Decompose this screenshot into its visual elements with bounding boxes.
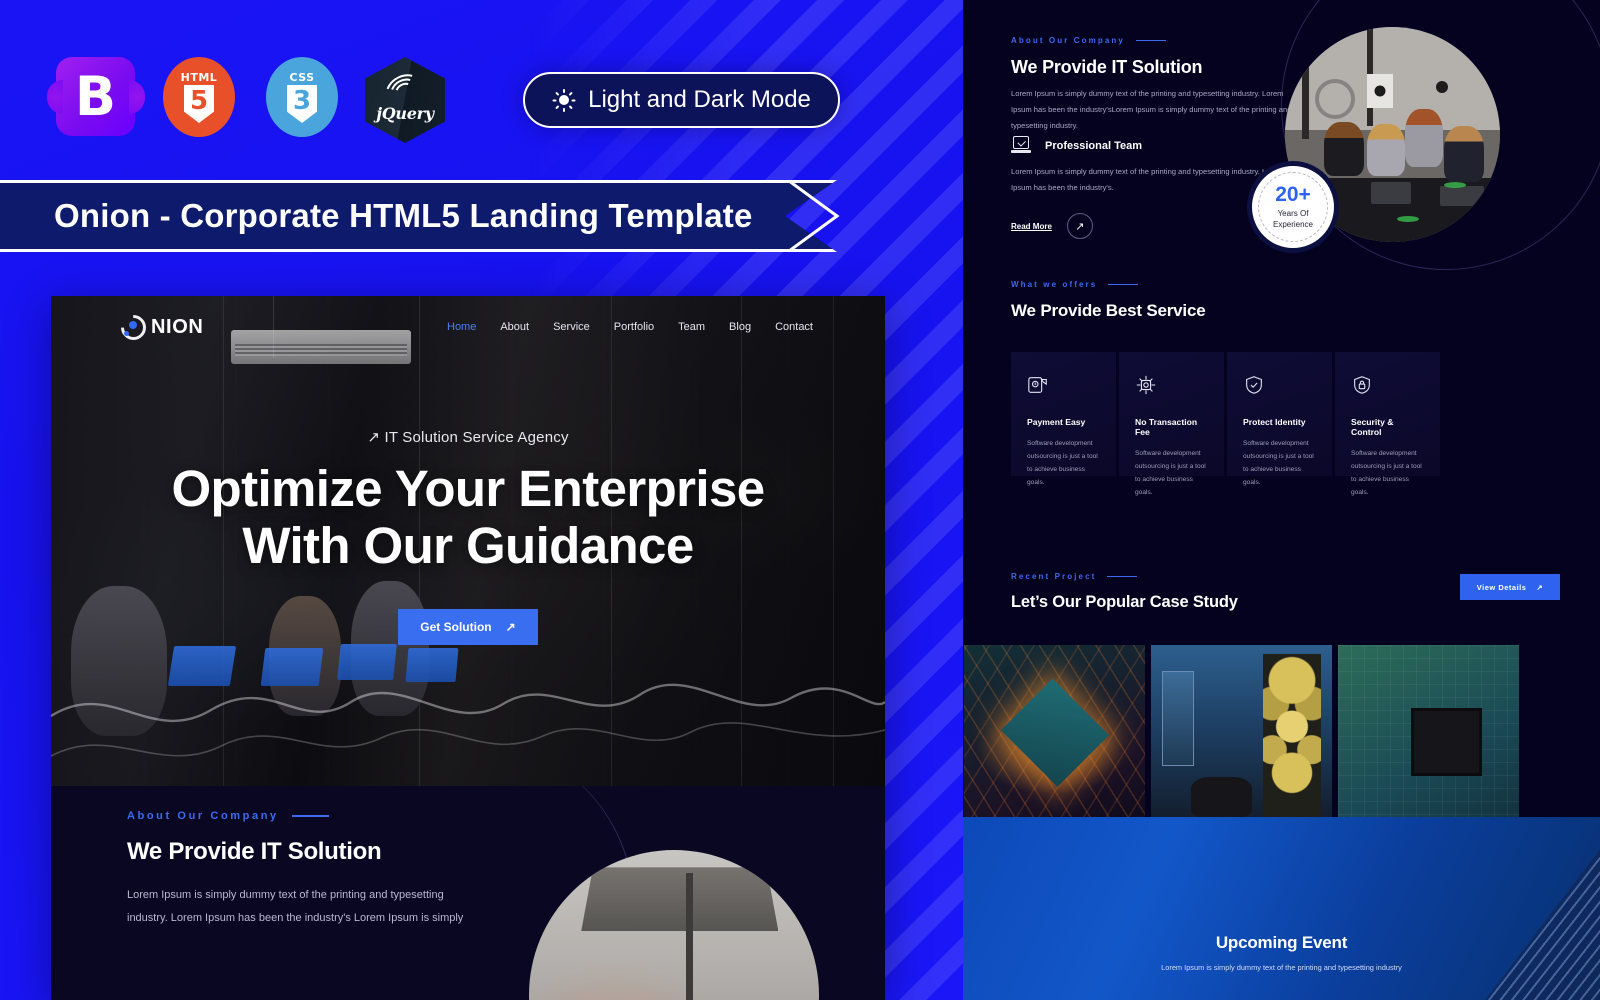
website-screenshot-mock: NION Home About Service Portfolio Team B…: [51, 296, 885, 1000]
service-title: Security & Control: [1351, 417, 1394, 437]
case-study-eyebrow-label: Recent Project: [1011, 572, 1097, 581]
preview-event-section: Upcoming Event Lorem Ipsum is simply dum…: [963, 817, 1600, 1000]
jquery-badge: jQuery: [365, 57, 445, 143]
service-card-payment-easy[interactable]: Payment Easy Software development outsou…: [1011, 352, 1116, 486]
eyebrow-line-decoration: [291, 815, 329, 817]
hero-title-line-2: With Our Guidance: [242, 517, 694, 575]
nav-item-home[interactable]: Home: [447, 321, 476, 333]
professional-team-feature: Professional Team: [1011, 136, 1142, 156]
hero-title-line-1: Optimize Your Enterprise: [171, 460, 765, 517]
tech-badge-row: B HTML 5 CSS 3 jQuery: [56, 57, 445, 143]
title-ribbon: Onion - Corporate HTML5 Landing Template: [0, 180, 837, 252]
mock-about-paragraph: Lorem Ipsum is simply dummy text of the …: [127, 889, 464, 924]
nav-item-portfolio[interactable]: Portfolio: [614, 321, 654, 333]
jquery-icon: jQuery: [365, 57, 445, 143]
sun-icon: [552, 88, 576, 112]
page-title: Onion - Corporate HTML5 Landing Template: [54, 197, 753, 234]
about-eyebrow: About Our Company: [1011, 36, 1166, 45]
nav-item-service[interactable]: Service: [553, 321, 590, 333]
about-eyebrow-label: About Our Company: [1011, 36, 1125, 45]
hero-section: NION Home About Service Portfolio Team B…: [51, 296, 885, 786]
get-solution-button[interactable]: Get Solution ↗: [398, 609, 538, 646]
mock-about-eyebrow: About Our Company: [127, 810, 329, 822]
badge-dashed-ring: [1258, 172, 1328, 242]
hero-content: ↗ IT Solution Service Agency Optimize Yo…: [51, 428, 885, 646]
arrow-up-right-icon: ↗: [1536, 582, 1544, 592]
about-heading: We Provide IT Solution: [1011, 57, 1203, 77]
mock-about-eyebrow-label: About Our Company: [127, 810, 279, 822]
shield-lock-icon: [1354, 376, 1370, 394]
service-text: Software development outsourcing is just…: [1135, 450, 1206, 496]
preview-case-study-section: Recent Project Let’s Our Popular Case St…: [963, 562, 1600, 843]
services-grid: Payment Easy Software development outsou…: [1011, 352, 1440, 496]
event-texture-decoration: [1441, 817, 1600, 1000]
case-study-heading: Let’s Our Popular Case Study: [1011, 593, 1238, 611]
chip-icon: [1136, 375, 1156, 395]
hero-title: Optimize Your Enterprise With Our Guidan…: [51, 460, 885, 574]
bootstrap-icon: B: [56, 57, 135, 136]
event-paragraph: Lorem Ipsum is simply dummy text of the …: [1161, 963, 1402, 972]
event-heading: Upcoming Event: [1215, 933, 1348, 952]
service-text: Software development outsourcing is just…: [1351, 450, 1422, 496]
view-details-label: View Details: [1476, 582, 1527, 592]
jquery-swoosh-icon: [379, 67, 431, 117]
site-navbar: NION Home About Service Portfolio Team B…: [51, 296, 885, 358]
gallery-item-motherboard[interactable]: [1338, 645, 1519, 828]
light-dark-mode-badge: Light and Dark Mode: [523, 72, 840, 128]
service-card-no-transaction-fee[interactable]: No Transaction Fee Software development …: [1119, 352, 1224, 496]
case-study-gallery: [963, 645, 1519, 828]
site-logo-text: NION: [151, 315, 204, 338]
hero-tagline: ↗ IT Solution Service Agency: [367, 429, 569, 446]
site-logo[interactable]: NION: [115, 309, 204, 345]
html5-badge: HTML 5: [159, 57, 239, 137]
nav-item-about[interactable]: About: [500, 321, 529, 333]
preview-services-section: What we offers We Provide Best Service P…: [963, 272, 1600, 562]
eyebrow-line-decoration: [1107, 576, 1138, 577]
light-dark-mode-label: Light and Dark Mode: [588, 86, 811, 113]
preview-panel: About Our Company We Provide IT Solution…: [963, 0, 1600, 1000]
service-card-protect-identity[interactable]: Protect Identity Software development ou…: [1227, 352, 1332, 486]
view-details-button[interactable]: View Details ↗: [1460, 574, 1560, 600]
laptop-check-icon: [1011, 136, 1033, 156]
service-title: Protect Identity: [1243, 417, 1306, 427]
shield-check-icon: [1246, 376, 1262, 394]
service-text: Software development outsourcing is just…: [1243, 440, 1314, 486]
onion-logo-icon: [115, 309, 152, 345]
nav-item-blog[interactable]: Blog: [729, 321, 751, 333]
bootstrap-badge: B: [56, 57, 136, 137]
navbar-divider: [273, 296, 274, 358]
eyebrow-line-decoration: [1108, 284, 1139, 285]
nav-item-team[interactable]: Team: [678, 321, 705, 333]
nav-item-contact[interactable]: Contact: [775, 321, 813, 333]
gallery-item-vr-headset[interactable]: [1151, 645, 1332, 828]
service-title: No Transaction Fee: [1135, 417, 1198, 437]
experience-badge: 20+ Years Of Experience: [1247, 161, 1339, 253]
services-eyebrow-label: What we offers: [1011, 280, 1098, 289]
about-paragraph: Lorem Ipsum is simply dummy text of the …: [1011, 89, 1292, 130]
arrow-up-right-icon: ↗: [505, 620, 516, 635]
gallery-item-circuit-chip[interactable]: [964, 645, 1145, 828]
mock-about-section: About Our Company We Provide IT Solution…: [51, 786, 885, 1000]
service-title: Payment Easy: [1027, 417, 1086, 427]
css3-icon: CSS 3: [266, 57, 338, 137]
read-more-link[interactable]: Read More ↗: [1011, 213, 1093, 239]
service-text: Software development outsourcing is just…: [1027, 440, 1098, 486]
get-solution-label: Get Solution: [420, 620, 492, 635]
eyebrow-line-decoration: [1135, 40, 1166, 41]
html5-icon: HTML 5: [163, 57, 235, 137]
arrow-up-right-icon: ↗: [1066, 213, 1093, 239]
payment-card-icon: [1028, 377, 1047, 393]
feature-label: Professional Team: [1045, 140, 1142, 152]
services-eyebrow: What we offers: [1011, 280, 1139, 289]
service-card-security-control[interactable]: Security & Control Software development …: [1335, 352, 1440, 496]
case-study-eyebrow: Recent Project: [1011, 572, 1138, 581]
read-more-label: Read More: [1011, 221, 1052, 231]
preview-about-section: About Our Company We Provide IT Solution…: [963, 0, 1600, 272]
services-heading: We Provide Best Service: [1011, 301, 1206, 320]
promo-panel: B HTML 5 CSS 3 jQuery Light and Dark Mod…: [0, 0, 963, 1000]
nav-links: Home About Service Portfolio Team Blog C…: [447, 321, 813, 333]
mock-about-heading: We Provide IT Solution: [127, 838, 382, 865]
css3-badge: CSS 3: [262, 57, 342, 137]
